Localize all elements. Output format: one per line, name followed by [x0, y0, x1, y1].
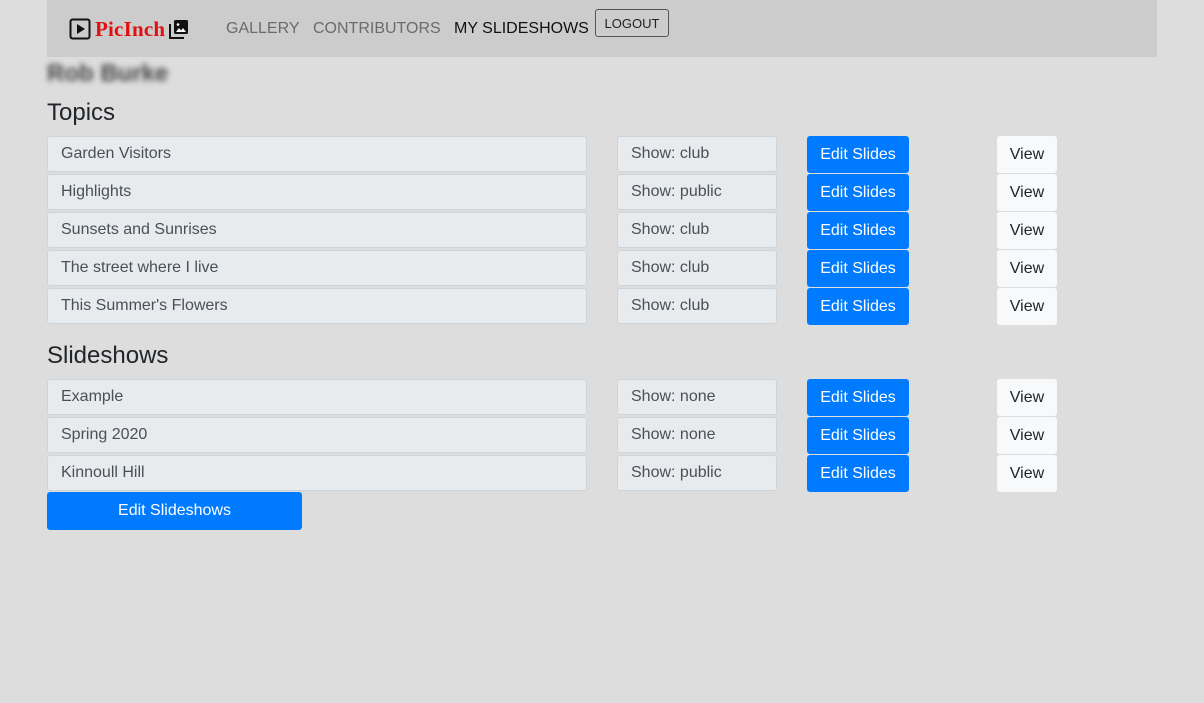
user-name: Rob Burke — [47, 60, 169, 87]
edit-slides-button[interactable]: Edit Slides — [807, 136, 909, 173]
topic-visibility: Show: public — [617, 174, 777, 210]
topic-row: The street where I live Show: club Edit … — [47, 250, 1067, 288]
slideshows-list: Example Show: none Edit Slides View Spri… — [47, 379, 1067, 493]
view-button[interactable]: View — [997, 174, 1057, 211]
topic-title: This Summer's Flowers — [47, 288, 587, 324]
topics-list: Garden Visitors Show: club Edit Slides V… — [47, 136, 1067, 326]
slideshow-row: Spring 2020 Show: none Edit Slides View — [47, 417, 1067, 455]
edit-slides-button[interactable]: Edit Slides — [807, 455, 909, 492]
play-icon — [69, 18, 91, 40]
topic-row: This Summer's Flowers Show: club Edit Sl… — [47, 288, 1067, 326]
topic-row: Sunsets and Sunrises Show: club Edit Sli… — [47, 212, 1067, 250]
slideshow-row: Example Show: none Edit Slides View — [47, 379, 1067, 417]
topic-row: Garden Visitors Show: club Edit Slides V… — [47, 136, 1067, 174]
edit-slides-button[interactable]: Edit Slides — [807, 379, 909, 416]
slideshow-visibility: Show: none — [617, 417, 777, 453]
topics-heading: Topics — [47, 99, 116, 126]
topic-visibility: Show: club — [617, 212, 777, 248]
topic-title: Garden Visitors — [47, 136, 587, 172]
slideshow-visibility: Show: none — [617, 379, 777, 415]
slideshows-heading: Slideshows — [47, 342, 169, 369]
edit-slideshows-button[interactable]: Edit Slideshows — [47, 492, 302, 530]
slideshow-title: Kinnoull Hill — [47, 455, 587, 491]
nav-my-slideshows[interactable]: MY SLIDESHOWS — [454, 20, 589, 38]
view-button[interactable]: View — [997, 212, 1057, 249]
view-button[interactable]: View — [997, 136, 1057, 173]
brand-logo[interactable]: PicInch — [69, 17, 190, 41]
topic-visibility: Show: club — [617, 136, 777, 172]
edit-slides-button[interactable]: Edit Slides — [807, 212, 909, 249]
topic-visibility: Show: club — [617, 250, 777, 286]
view-button[interactable]: View — [997, 417, 1057, 454]
logout-button[interactable]: LOGOUT — [595, 9, 669, 37]
edit-slides-button[interactable]: Edit Slides — [807, 174, 909, 211]
view-button[interactable]: View — [997, 288, 1057, 325]
nav-gallery[interactable]: GALLERY — [226, 20, 300, 38]
slideshow-visibility: Show: public — [617, 455, 777, 491]
slideshow-title: Spring 2020 — [47, 417, 587, 453]
view-button[interactable]: View — [997, 379, 1057, 416]
topic-row: Highlights Show: public Edit Slides View — [47, 174, 1067, 212]
view-button[interactable]: View — [997, 250, 1057, 287]
slideshow-row: Kinnoull Hill Show: public Edit Slides V… — [47, 455, 1067, 493]
view-button[interactable]: View — [997, 455, 1057, 492]
edit-slides-button[interactable]: Edit Slides — [807, 288, 909, 325]
navbar: PicInch GALLERY CONTRIBUTORS MY SLIDESHO… — [47, 0, 1157, 57]
slideshow-title: Example — [47, 379, 587, 415]
topic-title: Highlights — [47, 174, 587, 210]
topic-title: Sunsets and Sunrises — [47, 212, 587, 248]
topic-title: The street where I live — [47, 250, 587, 286]
brand-name: PicInch — [95, 16, 166, 41]
edit-slides-button[interactable]: Edit Slides — [807, 417, 909, 454]
topic-visibility: Show: club — [617, 288, 777, 324]
images-icon — [168, 18, 190, 40]
nav-contributors[interactable]: CONTRIBUTORS — [313, 20, 441, 38]
edit-slides-button[interactable]: Edit Slides — [807, 250, 909, 287]
